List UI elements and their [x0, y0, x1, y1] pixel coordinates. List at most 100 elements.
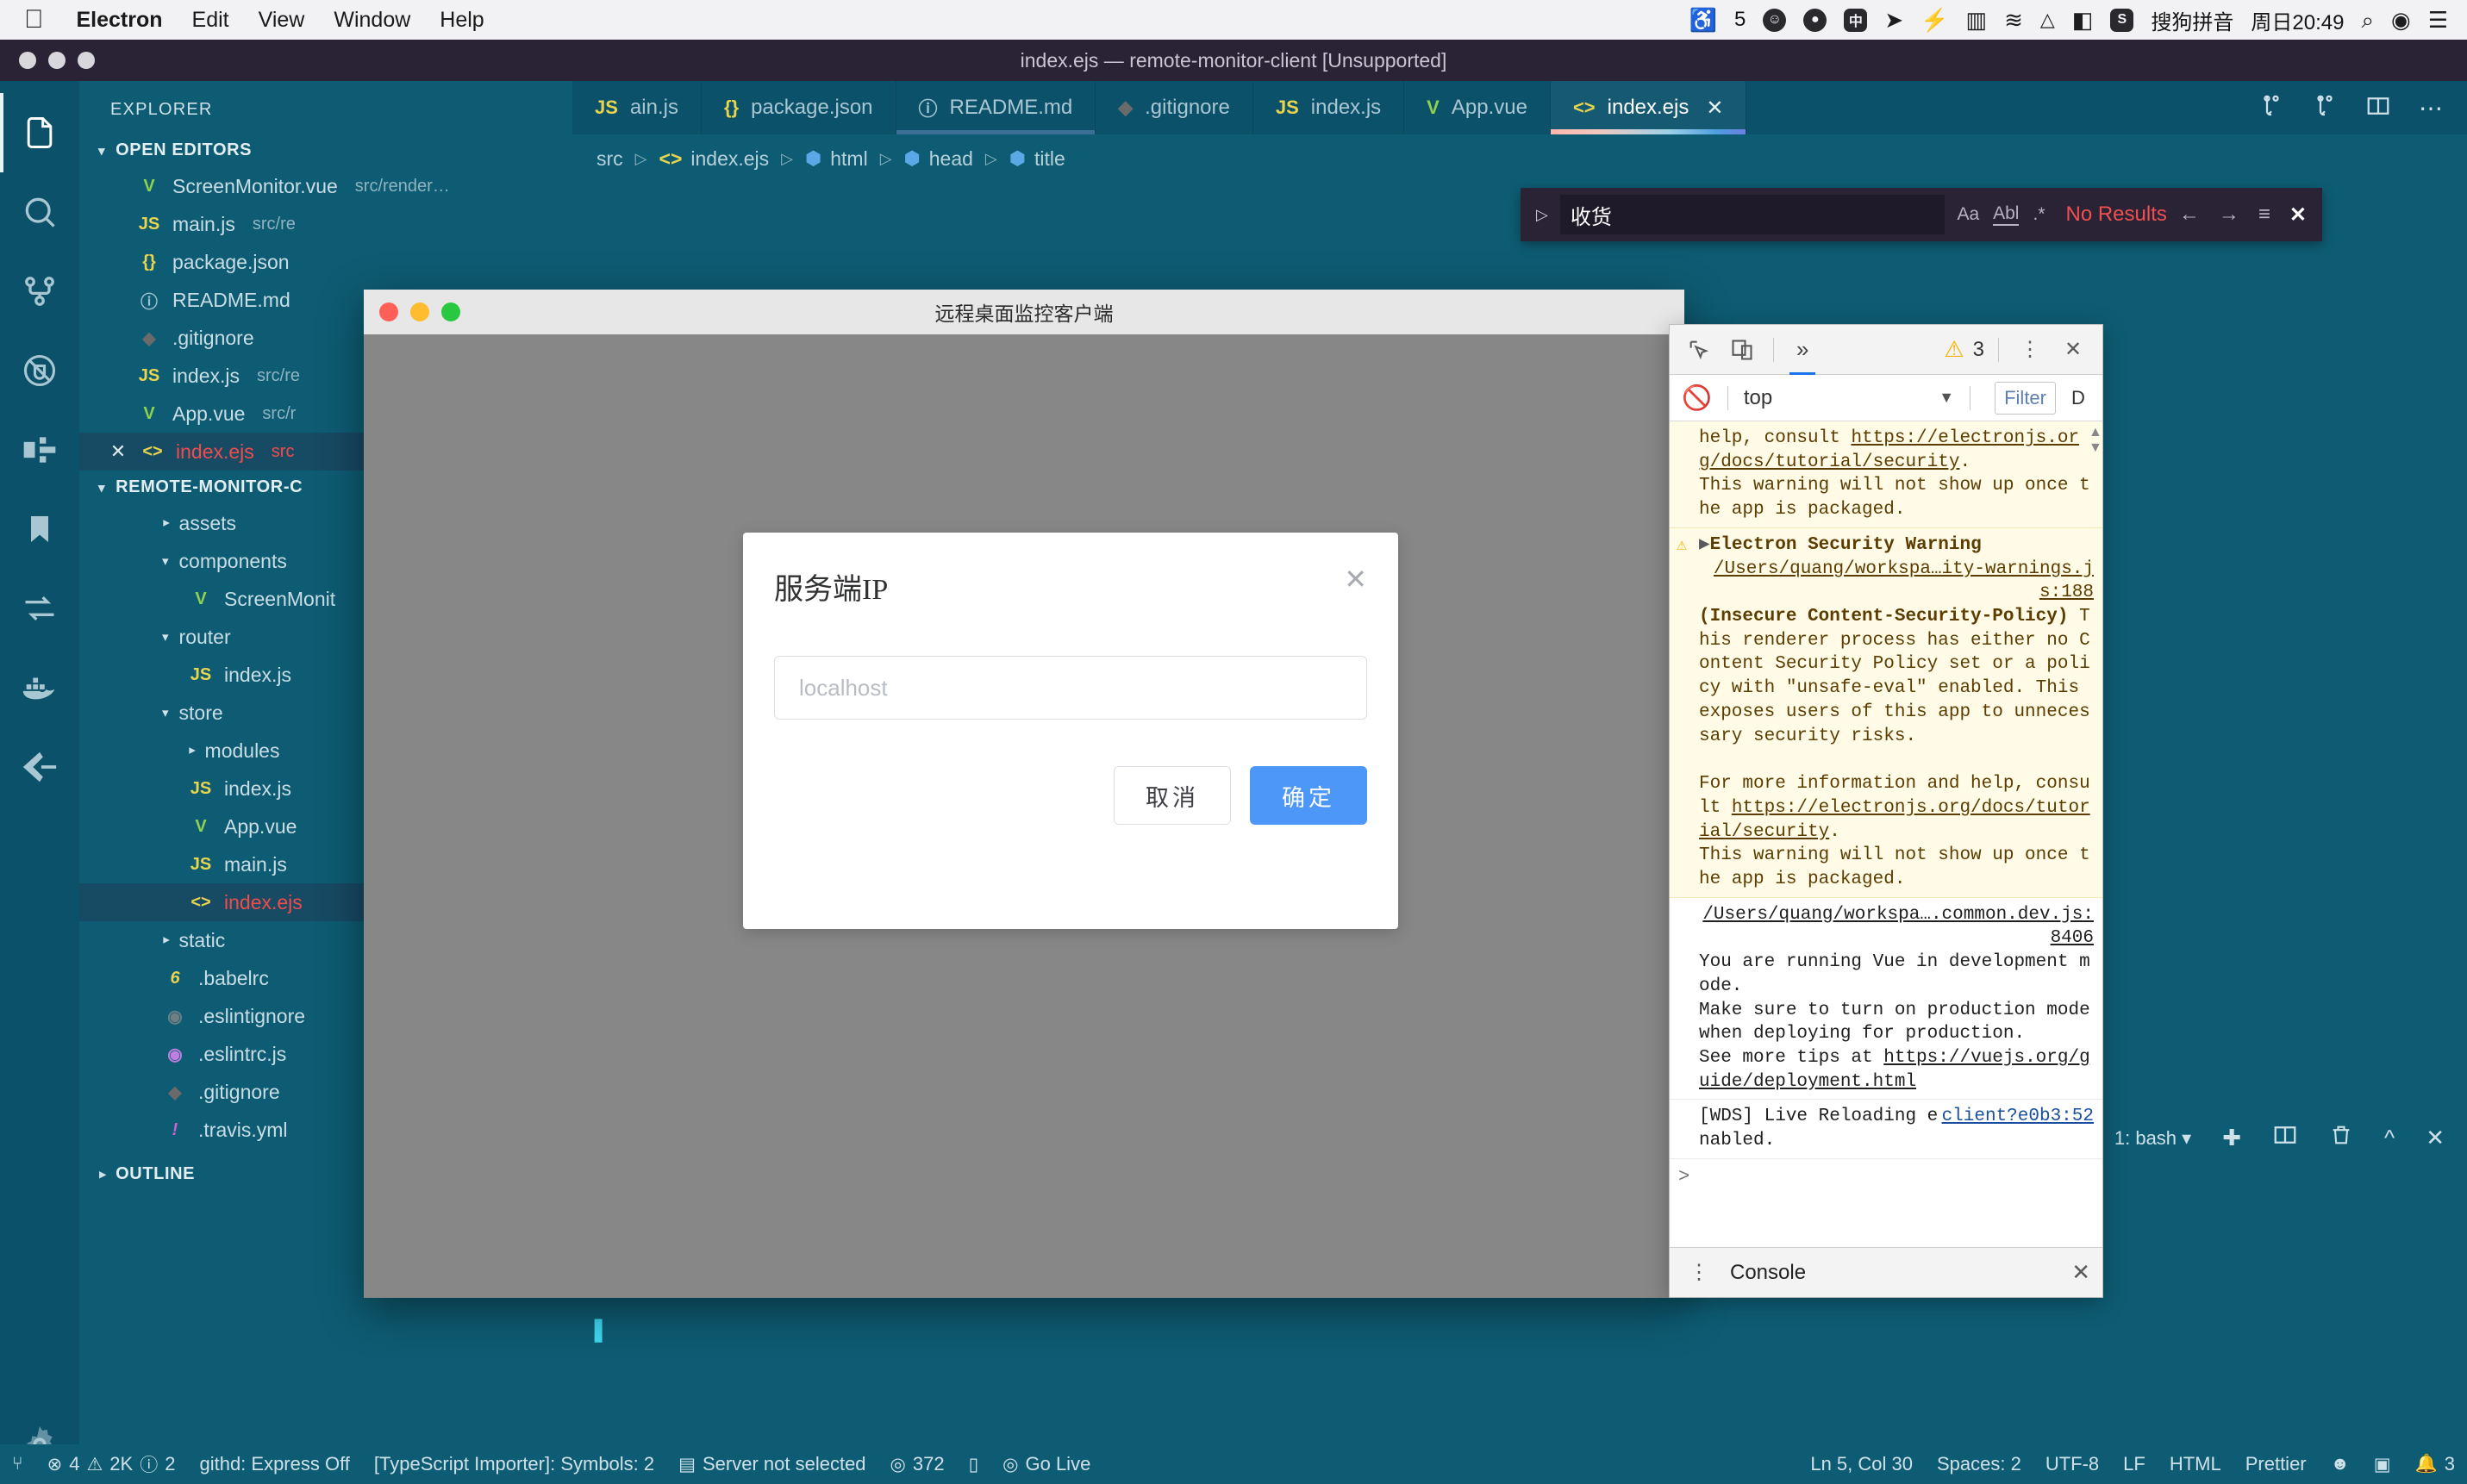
airplay-icon[interactable]: △	[2040, 10, 2055, 29]
activity-diff-icon[interactable]	[0, 569, 79, 648]
sogou-icon[interactable]: S	[2110, 9, 2133, 32]
breadcrumb-html[interactable]: html	[830, 147, 867, 171]
close-find-icon[interactable]: ✕	[2289, 203, 2307, 228]
input-method-icon[interactable]: 中	[1844, 9, 1867, 32]
activity-bookmarks-icon[interactable]	[0, 489, 79, 569]
console-message-log[interactable]: /Users/quang/workspa….common.dev.js:8406…	[1670, 898, 2102, 1101]
activity-vetur-icon[interactable]	[0, 727, 79, 807]
status-feedback[interactable]: ☻	[2319, 1454, 2362, 1475]
clock[interactable]: 周日20:49	[2251, 5, 2344, 35]
find-next-icon[interactable]: →	[2219, 203, 2239, 228]
status-notifications[interactable]: 🔔 3	[2403, 1453, 2467, 1475]
telegram-icon[interactable]: ➤	[1884, 9, 1903, 31]
console-message-warning[interactable]: ⚠ ▶Electron Security Warning /Users/quan…	[1670, 528, 2102, 898]
breadcrumb-head[interactable]: head	[929, 147, 973, 171]
devtools-close-icon[interactable]: ✕	[2056, 333, 2090, 367]
close-tab-icon[interactable]: ✕	[1706, 96, 1723, 121]
apple-logo-icon[interactable]: 	[24, 7, 44, 33]
console-messages[interactable]: help, consult https://electronjs.org/doc…	[1670, 421, 2102, 1247]
console-link[interactable]: https://vuejs.org/guide/deployment.html	[1699, 1048, 2090, 1092]
status-browser-preview[interactable]: ▯	[957, 1454, 991, 1475]
status-server-selector[interactable]: ▤ Server not selected	[666, 1453, 878, 1475]
status-githd[interactable]: githd: Express Off	[187, 1453, 361, 1475]
activity-explorer-icon[interactable]	[0, 93, 79, 172]
status-go-live[interactable]: ◎ Go Live	[990, 1453, 1102, 1475]
tab-package-json[interactable]: {} package.json	[702, 81, 896, 134]
menu-edit[interactable]: Edit	[192, 8, 229, 33]
activity-docker-icon[interactable]	[0, 648, 79, 727]
console-prompt[interactable]: >	[1670, 1159, 2102, 1194]
console-scrollbar[interactable]: ▲▼	[2089, 425, 2101, 456]
menu-help[interactable]: Help	[440, 8, 484, 33]
activity-search-icon[interactable]	[0, 172, 79, 252]
maximize-panel-icon[interactable]: ^	[2384, 1125, 2395, 1151]
activity-extensions-icon[interactable]	[0, 410, 79, 489]
section-open-editors[interactable]: ▾ OPEN EDITORS	[79, 134, 572, 167]
console-message-source[interactable]: client?e0b3:52	[1942, 1105, 2094, 1129]
devtools-menu-icon[interactable]: ⋮	[2013, 333, 2047, 367]
menu-view[interactable]: View	[259, 8, 305, 33]
tab-index-js[interactable]: JS index.js	[1253, 81, 1404, 134]
console-message-source[interactable]: /Users/quang/workspa….common.dev.js:8406	[1699, 903, 2094, 951]
console-link[interactable]: https://electronjs.org/docs/tutorial/sec…	[1699, 798, 2090, 842]
activity-run-debug-icon[interactable]	[0, 331, 79, 410]
console-filter-input[interactable]: Filter	[1995, 382, 2056, 415]
thunder-icon[interactable]: ⚡	[1921, 9, 1948, 31]
status-problems[interactable]: ⊗ 4 ⚠ 2K ⓘ 2	[35, 1451, 188, 1477]
match-case-icon[interactable]: Aa	[1957, 204, 1979, 225]
wechat-icon[interactable]: ♿	[1689, 9, 1717, 31]
tab-app-vue[interactable]: V App.vue	[1404, 81, 1551, 134]
terminal-selector-icon[interactable]: 1: bash ▾	[2114, 1127, 2191, 1150]
more-panels-icon[interactable]: »	[1788, 336, 1817, 363]
log-levels-selector[interactable]: D	[2071, 387, 2090, 409]
menu-electron[interactable]: Electron	[77, 8, 163, 33]
split-editor-layout-icon[interactable]	[2365, 93, 2391, 123]
toggle-replace-icon[interactable]: ▷	[1536, 206, 1548, 224]
find-input[interactable]: 收货	[1560, 195, 1945, 234]
split-editor-right-icon[interactable]	[2312, 93, 2338, 123]
warning-counter[interactable]: ⚠ 3	[1944, 336, 1984, 363]
breadcrumb-file[interactable]: index.ejs	[690, 147, 769, 171]
drawer-menu-icon[interactable]: ⋮	[1682, 1256, 1716, 1290]
find-in-selection-icon[interactable]: ≡	[2258, 203, 2270, 228]
wifi-icon[interactable]: ≋	[2004, 9, 2023, 31]
chevron-down-icon[interactable]: ▼	[1939, 389, 1954, 407]
close-editor-icon[interactable]: ✕	[107, 440, 129, 463]
emoji-icon[interactable]: ☺	[1763, 9, 1786, 32]
tab-main-js[interactable]: JS ain.js	[572, 81, 702, 134]
spotlight-search-icon[interactable]: ⌕	[2361, 9, 2374, 31]
console-message-source[interactable]: /Users/quang/workspa…ity-warnings.js:188	[1699, 558, 2094, 605]
split-terminal-icon[interactable]	[2272, 1122, 2298, 1154]
server-ip-input[interactable]: localhost	[774, 656, 1367, 720]
display-icon[interactable]: ◧	[2072, 9, 2094, 31]
tab-index-ejs[interactable]: <> index.ejs ✕	[1551, 81, 1747, 134]
clear-console-icon[interactable]: 🚫	[1682, 383, 1712, 412]
more-actions-icon[interactable]: ⋯	[2419, 94, 2445, 122]
open-editor-item[interactable]: JS main.js src/re	[79, 205, 572, 243]
breadcrumb-src[interactable]: src	[596, 147, 623, 171]
electron-app-window[interactable]: 远程桌面监控客户端 服务端IP ✕ localhost 取消 确定	[364, 290, 1684, 1298]
status-typescript-importer[interactable]: [TypeScript Importer]: Symbols: 2	[362, 1453, 666, 1475]
open-editor-item[interactable]: {} package.json	[79, 243, 572, 281]
open-editor-item[interactable]: V ScreenMonitor.vue src/render…	[79, 167, 572, 205]
console-context-selector[interactable]: top	[1744, 386, 1772, 410]
siri-icon[interactable]: ◉	[2391, 9, 2411, 31]
sogou-label[interactable]: 搜狗拼音	[2151, 5, 2233, 35]
drawer-tab-console[interactable]: Console	[1730, 1261, 1806, 1285]
console-message-log[interactable]: client?e0b3:52 [WDS] Live Reloading enab…	[1670, 1100, 2102, 1158]
status-eol[interactable]: LF	[2111, 1453, 2158, 1475]
control-center-icon[interactable]: ☰	[2428, 9, 2448, 31]
status-language-mode[interactable]: HTML	[2158, 1453, 2233, 1475]
find-previous-icon[interactable]: ←	[2179, 203, 2200, 228]
activity-source-control-icon[interactable]	[0, 252, 79, 331]
menu-window[interactable]: Window	[334, 8, 410, 33]
add-terminal-icon[interactable]: ✚	[2222, 1125, 2241, 1151]
status-screencast[interactable]: ▣	[2362, 1454, 2403, 1475]
close-icon[interactable]: ✕	[1344, 565, 1367, 593]
expand-arrow-icon[interactable]: ▶	[1699, 535, 1710, 555]
cancel-button[interactable]: 取消	[1114, 766, 1231, 825]
status-encoding[interactable]: UTF-8	[2033, 1453, 2111, 1475]
breadcrumb-title[interactable]: title	[1034, 147, 1065, 171]
battery-meter-icon[interactable]: ▥	[1966, 9, 1988, 31]
kill-terminal-icon[interactable]	[2329, 1123, 2353, 1153]
